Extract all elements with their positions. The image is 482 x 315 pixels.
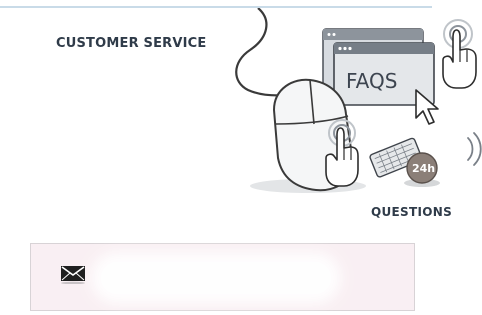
email-contact-field[interactable] bbox=[30, 243, 415, 311]
page-title: CUSTOMER SERVICE bbox=[56, 36, 207, 51]
questions-caption: QUESTIONS bbox=[371, 205, 453, 219]
envelope-icon bbox=[61, 266, 85, 284]
mouse-cable bbox=[235, 8, 291, 98]
customer-service-illustration: FAQS 24h bbox=[235, 8, 482, 193]
faq-label: FAQS bbox=[346, 69, 397, 93]
signal-waves-icon bbox=[467, 132, 482, 166]
hours-badge-label: 24h bbox=[412, 162, 435, 175]
email-input[interactable] bbox=[101, 266, 405, 290]
tapping-hand-icon bbox=[442, 19, 477, 89]
